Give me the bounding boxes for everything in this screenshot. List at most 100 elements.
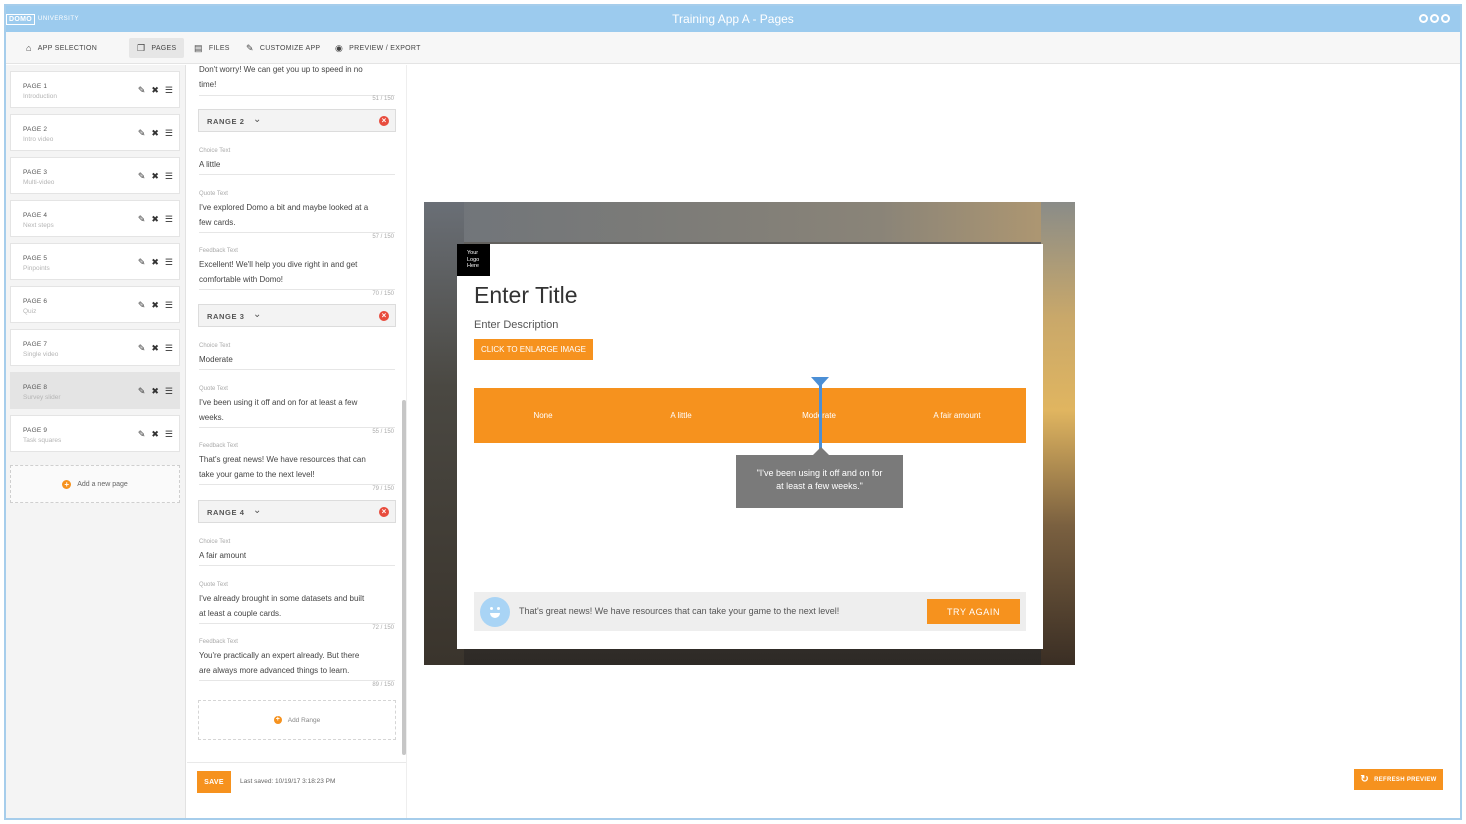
- page-subtitle: Single video: [23, 351, 59, 358]
- range-4-feedback-input[interactable]: You're practically an expert already. Bu…: [199, 648, 395, 681]
- page-card-1[interactable]: PAGE 1 Introduction ✎ ✖ ☰: [10, 71, 180, 108]
- range-3-feedback-input[interactable]: That's great news! We have resources tha…: [199, 452, 395, 485]
- pencil-icon: ✎: [246, 42, 254, 53]
- drag-handle-icon[interactable]: ☰: [165, 343, 173, 354]
- nav-preview-export[interactable]: ◉ PREVIEW / EXPORT: [327, 38, 429, 58]
- chevron-down-icon[interactable]: ⌄: [253, 505, 261, 516]
- window-menu-icon[interactable]: [1419, 14, 1450, 23]
- range-3-quote-input[interactable]: I've been using it off and on for at lea…: [199, 395, 395, 428]
- nav-customize-app[interactable]: ✎ CUSTOMIZE APP: [238, 38, 328, 58]
- background-photo-right: [1041, 202, 1075, 665]
- edit-pencil-icon[interactable]: ✎: [138, 343, 146, 354]
- page-name: PAGE 1: [23, 83, 48, 90]
- range-2-feedback-input[interactable]: Excellent! We'll help you dive right in …: [199, 257, 395, 290]
- nav-pages[interactable]: ❐ PAGES: [129, 38, 185, 58]
- slider-option-a-fair-amount[interactable]: A fair amount: [933, 411, 980, 420]
- range-label: RANGE 2: [207, 117, 245, 126]
- edit-pencil-icon[interactable]: ✎: [138, 171, 146, 182]
- edit-pencil-icon[interactable]: ✎: [138, 386, 146, 397]
- refresh-preview-button[interactable]: ↻ REFRESH PREVIEW: [1354, 769, 1443, 790]
- remove-icon[interactable]: ✖: [151, 171, 159, 182]
- remove-icon[interactable]: ✖: [151, 300, 159, 311]
- remove-icon[interactable]: ✖: [151, 429, 159, 440]
- edit-pencil-icon[interactable]: ✎: [138, 300, 146, 311]
- slider-option-none[interactable]: None: [533, 411, 552, 420]
- last-saved-text: Last saved: 10/19/17 3:18:23 PM: [240, 778, 336, 785]
- feedback-bar: That's great news! We have resources tha…: [474, 592, 1026, 631]
- remove-range-icon[interactable]: ×: [379, 311, 389, 321]
- page-name: PAGE 4: [23, 212, 48, 219]
- app-preview: Your Logo Here Enter Title Enter Descrip…: [424, 202, 1075, 665]
- page-card-8[interactable]: PAGE 8 Survey slider ✎ ✖ ☰: [10, 372, 180, 409]
- edit-pencil-icon[interactable]: ✎: [138, 85, 146, 96]
- remove-icon[interactable]: ✖: [151, 85, 159, 96]
- edit-pencil-icon[interactable]: ✎: [138, 128, 146, 139]
- text-line: That's great news! We have resources tha…: [199, 455, 366, 464]
- nav-files[interactable]: ▤ FILES: [186, 38, 238, 58]
- plus-icon: +: [62, 479, 72, 489]
- range-label: RANGE 4: [207, 508, 245, 517]
- page-name: PAGE 7: [23, 341, 48, 348]
- edit-pencil-icon[interactable]: ✎: [138, 429, 146, 440]
- menu-dot-icon: [1441, 14, 1450, 23]
- editor-scrollbar[interactable]: [401, 65, 407, 765]
- try-again-button[interactable]: TRY AGAIN: [927, 599, 1020, 624]
- edit-pencil-icon[interactable]: ✎: [138, 257, 146, 268]
- page-card-3[interactable]: PAGE 3 Multi-video ✎ ✖ ☰: [10, 157, 180, 194]
- drag-handle-icon[interactable]: ☰: [165, 429, 173, 440]
- add-range-button[interactable]: + Add Range: [198, 700, 396, 740]
- remove-icon[interactable]: ✖: [151, 257, 159, 268]
- drag-handle-icon[interactable]: ☰: [165, 128, 173, 139]
- remove-icon[interactable]: ✖: [151, 128, 159, 139]
- survey-slider[interactable]: None A little Moderate A fair amount: [474, 388, 1026, 443]
- range-2-header[interactable]: RANGE 2 ⌄ ×: [198, 109, 396, 132]
- add-page-button[interactable]: + Add a new page: [10, 465, 180, 503]
- drag-handle-icon[interactable]: ☰: [165, 386, 173, 397]
- drag-handle-icon[interactable]: ☰: [165, 300, 173, 311]
- enlarge-image-button[interactable]: CLICK TO ENLARGE IMAGE: [474, 339, 593, 360]
- remove-icon[interactable]: ✖: [151, 386, 159, 397]
- background-photo: [424, 202, 1075, 242]
- pages-icon: ❐: [137, 42, 146, 53]
- range-3-choice-input[interactable]: Moderate: [199, 352, 395, 370]
- slider-option-a-little[interactable]: A little: [670, 411, 691, 420]
- char-count: 72 / 150: [372, 625, 394, 631]
- text-line: I've been using it off and on for at lea…: [199, 398, 358, 407]
- plus-icon: +: [273, 716, 282, 724]
- slider-handle-icon[interactable]: [811, 377, 829, 387]
- edit-pencil-icon[interactable]: ✎: [138, 214, 146, 225]
- page-card-2[interactable]: PAGE 2 Intro video ✎ ✖ ☰: [10, 114, 180, 151]
- chevron-down-icon[interactable]: ⌄: [253, 309, 261, 320]
- range-4-choice-input[interactable]: A fair amount: [199, 548, 395, 566]
- range-1-feedback-field[interactable]: Don't worry! We can get you up to speed …: [199, 65, 395, 96]
- drag-handle-icon[interactable]: ☰: [165, 171, 173, 182]
- choice-label: Choice Text: [199, 148, 231, 154]
- range-4-quote-input[interactable]: I've already brought in some datasets an…: [199, 591, 395, 624]
- chevron-down-icon[interactable]: ⌄: [253, 114, 261, 125]
- page-card-9[interactable]: PAGE 9 Task squares ✎ ✖ ☰: [10, 415, 180, 452]
- range-3-header[interactable]: RANGE 3 ⌄ ×: [198, 304, 396, 327]
- page-subtitle: Quiz: [23, 308, 37, 315]
- range-2-quote-input[interactable]: I've explored Domo a bit and maybe looke…: [199, 200, 395, 233]
- nav-app-selection[interactable]: ⌂ APP SELECTION: [18, 38, 105, 58]
- remove-icon[interactable]: ✖: [151, 343, 159, 354]
- page-card-5[interactable]: PAGE 5 Pinpoints ✎ ✖ ☰: [10, 243, 180, 280]
- eye-icon: ◉: [335, 42, 344, 53]
- drag-handle-icon[interactable]: ☰: [165, 214, 173, 225]
- scrollbar-thumb[interactable]: [402, 400, 406, 755]
- drag-handle-icon[interactable]: ☰: [165, 85, 173, 96]
- remove-range-icon[interactable]: ×: [379, 116, 389, 126]
- range-label: RANGE 3: [207, 312, 245, 321]
- slider-handle-line[interactable]: [819, 381, 822, 456]
- remove-range-icon[interactable]: ×: [379, 507, 389, 517]
- remove-icon[interactable]: ✖: [151, 214, 159, 225]
- page-card-4[interactable]: PAGE 4 Next steps ✎ ✖ ☰: [10, 200, 180, 237]
- page-name: PAGE 3: [23, 169, 48, 176]
- save-button[interactable]: SAVE: [197, 771, 231, 793]
- drag-handle-icon[interactable]: ☰: [165, 257, 173, 268]
- page-card-6[interactable]: PAGE 6 Quiz ✎ ✖ ☰: [10, 286, 180, 323]
- text-line: few cards.: [199, 218, 236, 227]
- page-card-7[interactable]: PAGE 7 Single video ✎ ✖ ☰: [10, 329, 180, 366]
- range-2-choice-input[interactable]: A little: [199, 157, 395, 175]
- range-4-header[interactable]: RANGE 4 ⌄ ×: [198, 500, 396, 523]
